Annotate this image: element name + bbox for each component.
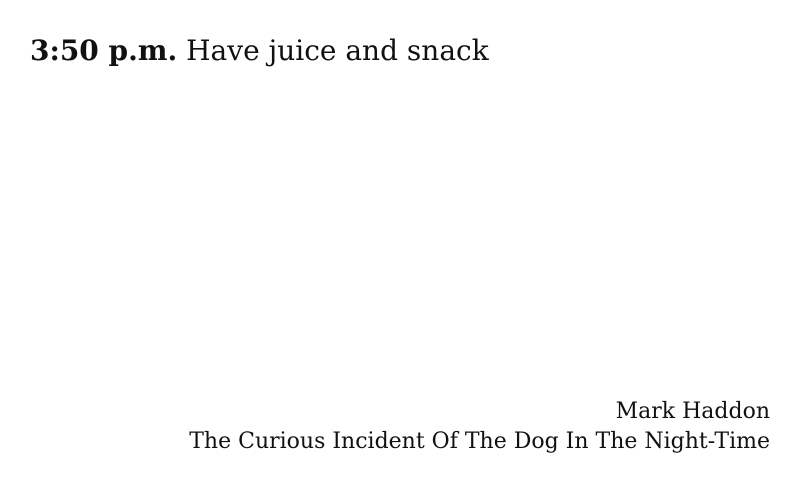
attribution: Mark Haddon The Curious Incident Of The …: [189, 397, 770, 457]
literary-clock-screen: 3:50 p.m. Have juice and snack Mark Hadd…: [0, 0, 800, 480]
author-name: Mark Haddon: [615, 399, 770, 424]
quote-line: 3:50 p.m. Have juice and snack: [30, 33, 489, 69]
quote-text: Have juice and snack: [186, 34, 489, 67]
time-label: 3:50 p.m.: [30, 34, 178, 67]
book-title: The Curious Incident Of The Dog In The N…: [189, 429, 770, 454]
